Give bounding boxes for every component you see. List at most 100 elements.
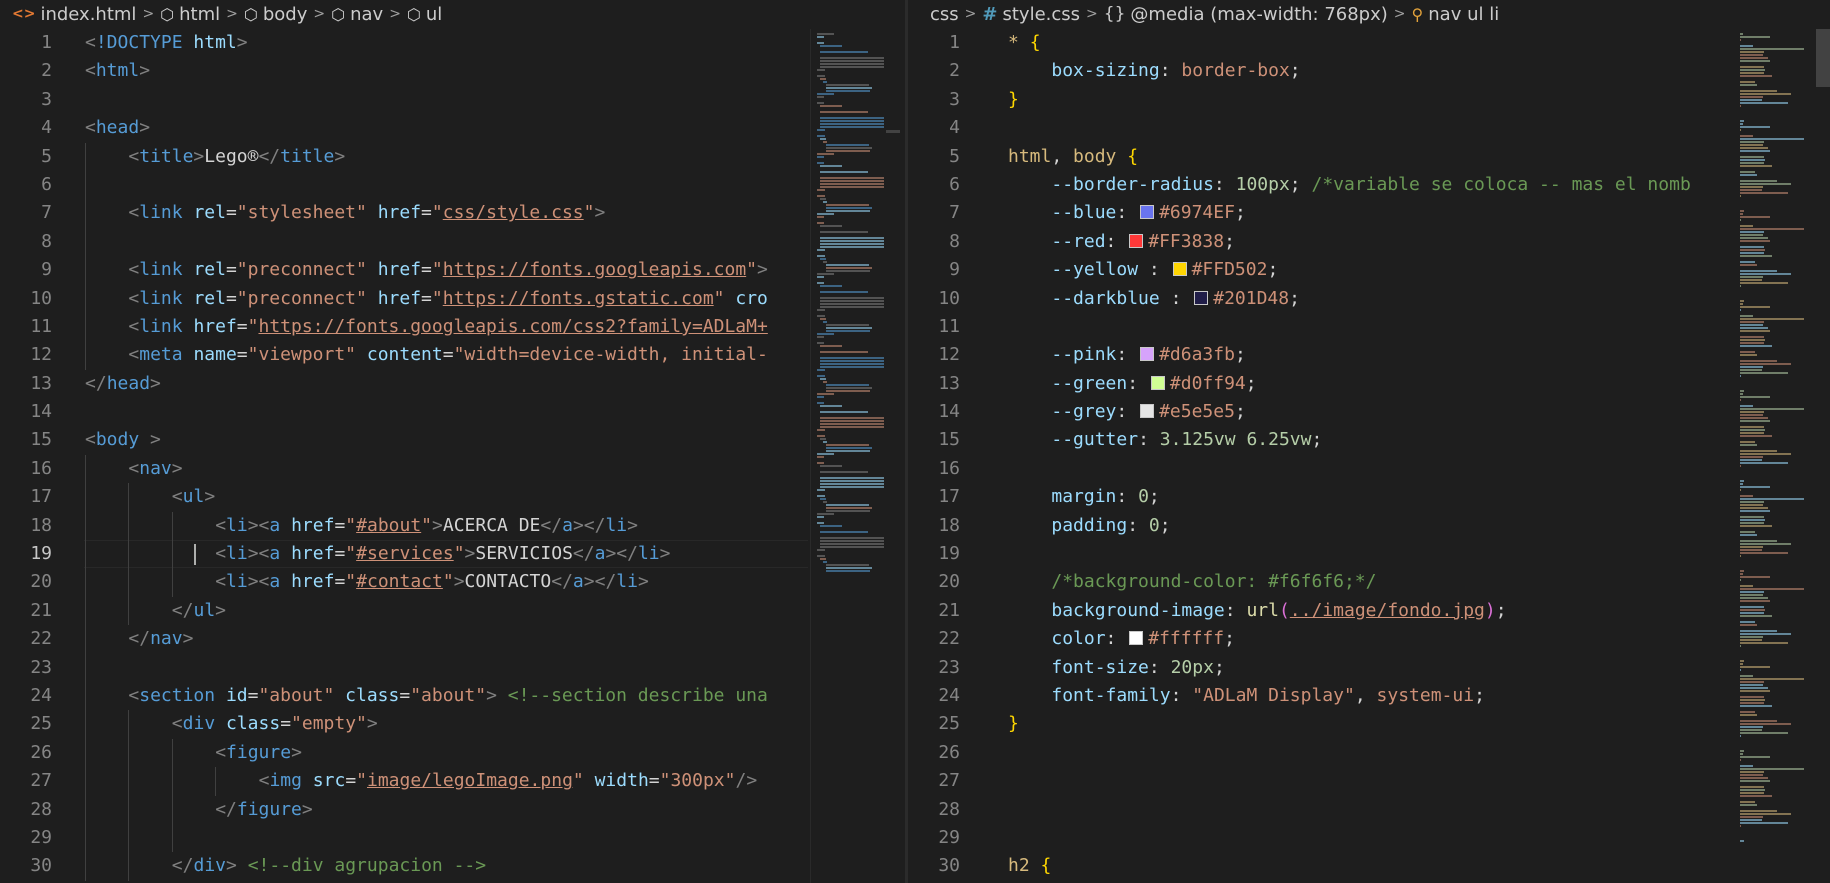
code-line[interactable]: 9 <link rel="preconnect" href="https://fo… bbox=[0, 256, 808, 285]
code-line[interactable]: 6 bbox=[0, 170, 808, 200]
code-line[interactable]: 8 bbox=[0, 227, 808, 257]
html-editor-pane[interactable]: <> index.html > ⬡ html > ⬡ body > ⬡ nav … bbox=[0, 0, 905, 883]
breadcrumb-html[interactable]: ⬡ html bbox=[160, 4, 220, 25]
code-line[interactable]: 4 <head> bbox=[0, 114, 808, 142]
code-line[interactable]: 30 h2 { bbox=[908, 852, 1738, 880]
minimap-line bbox=[820, 537, 884, 539]
css-editor-pane[interactable]: css > # style.css > {} @media (max-width… bbox=[908, 0, 1830, 883]
code-line[interactable]: 28 </figure> bbox=[0, 795, 808, 824]
color-swatch[interactable] bbox=[1129, 233, 1144, 248]
minimap-line bbox=[820, 531, 869, 533]
code-token: ; bbox=[1224, 628, 1235, 650]
code-line[interactable]: 15 --gutter: 3.125vw 6.25vw; bbox=[908, 426, 1738, 454]
code-line[interactable]: 27 <img src="image/legoImage.png" width="… bbox=[0, 767, 808, 796]
line-number: 23 bbox=[30, 656, 52, 678]
code-line[interactable]: 23 font-size: 20px; bbox=[908, 654, 1738, 682]
minimap-line bbox=[817, 453, 834, 455]
color-swatch[interactable] bbox=[1172, 262, 1187, 277]
code-line[interactable]: 6 --border-radius: 100px; /*variable se … bbox=[908, 171, 1738, 199]
color-swatch[interactable] bbox=[1140, 404, 1155, 419]
scrollbar-thumb[interactable] bbox=[1816, 29, 1830, 87]
minimap[interactable] bbox=[810, 29, 885, 883]
breadcrumb-file[interactable]: # style.css bbox=[982, 4, 1080, 25]
code-line[interactable]: 10 --darkblue : #201D48; bbox=[908, 285, 1738, 313]
code-text: box-sizing: border-box; bbox=[1008, 57, 1300, 85]
code-line[interactable]: 2 box-sizing: border-box; bbox=[908, 57, 1738, 85]
code-line[interactable]: 16 <nav> bbox=[0, 454, 808, 484]
code-line[interactable]: 12 <meta name="viewport" content="width=d… bbox=[0, 341, 808, 370]
code-line[interactable]: 25 <div class="empty"> bbox=[0, 710, 808, 739]
code-line[interactable]: 7 --blue: #6974EF; bbox=[908, 199, 1738, 227]
code-line[interactable]: 21 </ul> bbox=[0, 596, 808, 626]
code-line[interactable]: 11 bbox=[908, 313, 1738, 341]
color-swatch[interactable] bbox=[1150, 375, 1165, 390]
minimap-line bbox=[820, 438, 826, 440]
vertical-scrollbar[interactable] bbox=[1816, 29, 1830, 883]
code-line[interactable]: 7 <link rel="stylesheet" href="css/style.… bbox=[0, 199, 808, 228]
code-line[interactable]: 3} bbox=[908, 86, 1738, 114]
code-line[interactable]: 20 <li><a href="#contact">CONTACTO</a></l… bbox=[0, 568, 808, 597]
color-swatch[interactable] bbox=[1140, 205, 1155, 220]
code-line[interactable]: 17 <ul> bbox=[0, 483, 808, 512]
code-line[interactable]: 1 <!DOCTYPE html> bbox=[0, 29, 808, 57]
code-line[interactable]: 11 <link href="https://fonts.googleapis.c… bbox=[0, 312, 808, 342]
scrollbar-thumb[interactable] bbox=[886, 130, 900, 133]
minimap-line bbox=[1740, 45, 1754, 47]
code-line[interactable]: 18 <li><a href="#about">ACERCA DE</a></li… bbox=[0, 511, 808, 541]
code-line[interactable]: 4 bbox=[908, 114, 1738, 142]
code-line[interactable]: 21 background-image: url(../image/fondo.… bbox=[908, 597, 1738, 625]
code-line[interactable]: 17 margin: 0; bbox=[908, 483, 1738, 511]
code-line[interactable]: 28 bbox=[908, 796, 1738, 824]
color-swatch[interactable] bbox=[1194, 290, 1209, 305]
color-swatch[interactable] bbox=[1129, 631, 1144, 646]
code-line[interactable]: 29 bbox=[0, 823, 808, 853]
code-line[interactable]: 15 <body > bbox=[0, 426, 808, 454]
code-line[interactable]: 12 --pink: #d6a3fb; bbox=[908, 341, 1738, 369]
code-line[interactable]: 1 * { bbox=[908, 29, 1738, 57]
breadcrumb-folder[interactable]: css bbox=[930, 4, 959, 25]
minimap-line bbox=[1740, 369, 1762, 371]
line-number: 11 bbox=[938, 315, 960, 337]
code-line[interactable]: 8 --red: #FF3838; bbox=[908, 228, 1738, 256]
code-line[interactable]: 5 <title>Lego®</title> bbox=[0, 142, 808, 171]
code-line[interactable]: 26 bbox=[908, 739, 1738, 767]
minimap-line bbox=[1740, 759, 1742, 761]
code-line[interactable]: 30 </div> <!--div agrupacion --> bbox=[0, 852, 808, 881]
code-line[interactable]: 18 padding: 0; bbox=[908, 512, 1738, 540]
code-line[interactable]: 20 /*background-color: #f6f6f6;*/ bbox=[908, 568, 1738, 596]
vertical-scrollbar[interactable] bbox=[886, 29, 900, 883]
breadcrumb-media[interactable]: {} @media (max-width: 768px) bbox=[1104, 4, 1388, 25]
code-line[interactable]: 13 --green: #d0ff94; bbox=[908, 370, 1738, 398]
code-line[interactable]: 16 bbox=[908, 455, 1738, 483]
breadcrumb-selector[interactable]: ⚲ nav ul li bbox=[1412, 4, 1500, 25]
breadcrumb-body[interactable]: ⬡ body bbox=[244, 4, 308, 25]
code-line[interactable]: 25} bbox=[908, 710, 1738, 738]
breadcrumb-nav[interactable]: ⬡ nav bbox=[331, 4, 383, 25]
code-line[interactable]: 19 bbox=[908, 540, 1738, 568]
code-line[interactable]: 19 <li><a href="#services">SERVICIOS</a><… bbox=[0, 540, 808, 569]
breadcrumb-file[interactable]: <> index.html bbox=[12, 4, 136, 25]
code-line[interactable]: 26 <figure> bbox=[0, 738, 808, 768]
code-line[interactable]: 3 bbox=[0, 86, 808, 114]
code-line[interactable]: 22 color: #ffffff; bbox=[908, 625, 1738, 653]
code-line[interactable]: 22 </nav> bbox=[0, 625, 808, 654]
code-line[interactable]: 5 html, body { bbox=[908, 143, 1738, 171]
code-line[interactable]: 24 <section id="about" class="about"> <!-… bbox=[0, 681, 808, 711]
code-line[interactable]: 29 bbox=[908, 824, 1738, 852]
code-line[interactable]: 13 </head> bbox=[0, 370, 808, 398]
code-line[interactable]: 14 --grey: #e5e5e5; bbox=[908, 398, 1738, 426]
code-editor[interactable]: 1 <!DOCTYPE html> 2 <html> 3 4 <head> 5 <title>L… bbox=[0, 29, 808, 881]
code-token: < bbox=[128, 457, 140, 479]
code-text: </ul> bbox=[172, 597, 226, 625]
color-swatch[interactable] bbox=[1140, 347, 1155, 362]
code-line[interactable]: 14 bbox=[0, 398, 808, 426]
code-line[interactable]: 9 --yellow : #FFD502; bbox=[908, 256, 1738, 284]
code-line[interactable]: 2 <html> bbox=[0, 57, 808, 85]
code-line[interactable]: 23 bbox=[0, 653, 808, 682]
code-line[interactable]: 24 font-family: "ADLaM Display", system-… bbox=[908, 682, 1738, 710]
code-editor[interactable]: 1 * {2 box-sizing: border-box; 3} 4 5 html, b… bbox=[908, 29, 1738, 881]
code-line[interactable]: 27 bbox=[908, 767, 1738, 795]
code-line[interactable]: 10 <link rel="preconnect" href="https://f… bbox=[0, 284, 808, 313]
breadcrumb-ul[interactable]: ⬡ ul bbox=[407, 4, 442, 25]
minimap-line bbox=[820, 171, 869, 173]
